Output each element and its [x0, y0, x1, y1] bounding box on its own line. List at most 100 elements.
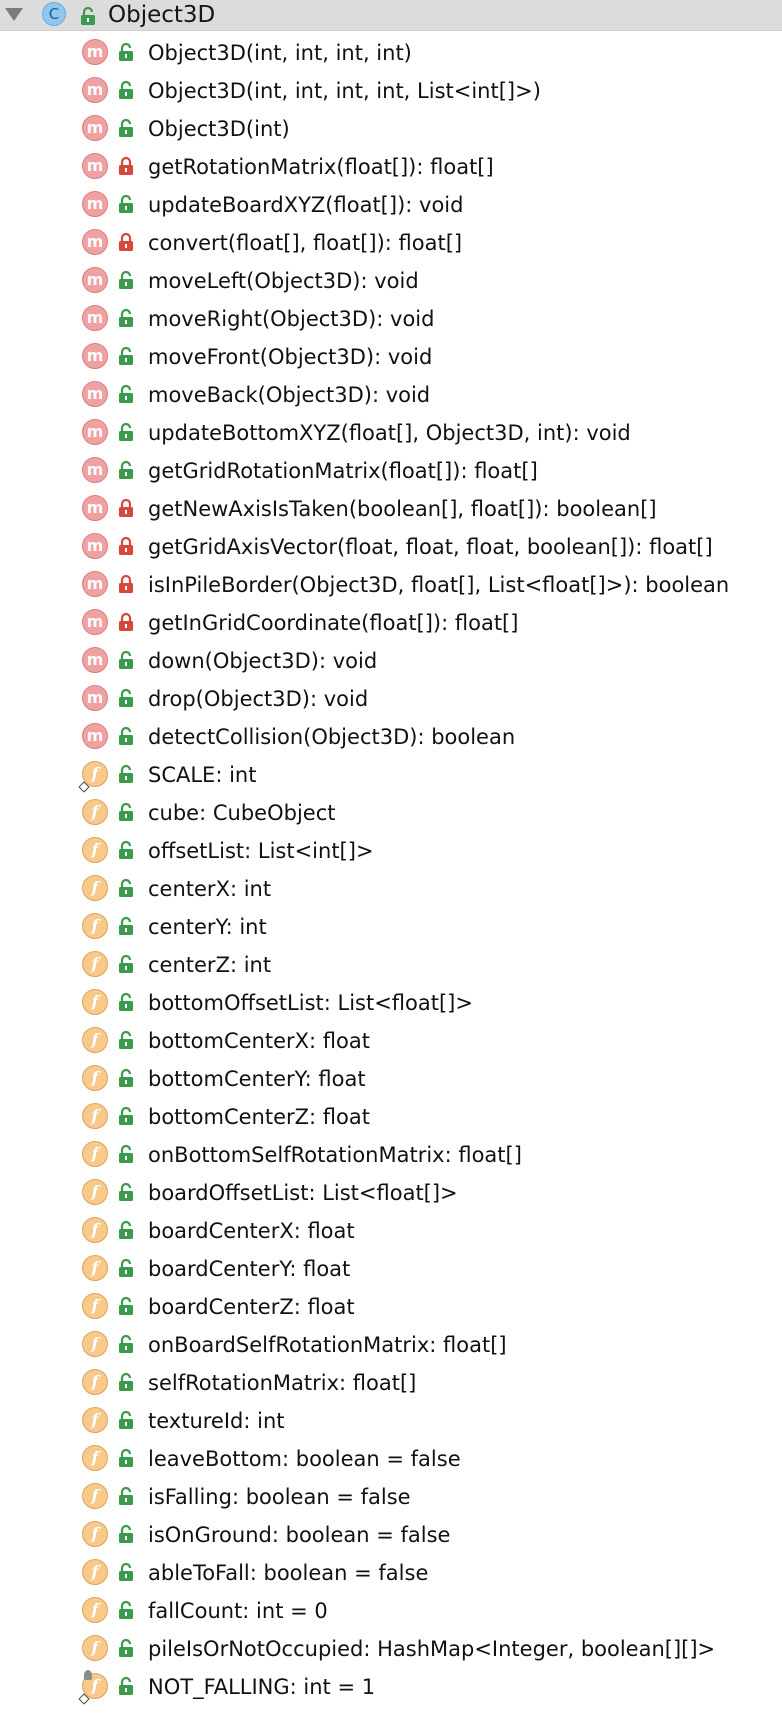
public-lock-icon: [117, 1372, 135, 1392]
public-lock-icon: [117, 992, 135, 1012]
method-row[interactable]: m moveBack(Object3D): void: [0, 376, 782, 414]
field-icon: f: [82, 1027, 108, 1053]
field-declaration: bottomCenterX: float: [148, 1029, 370, 1053]
field-row[interactable]: f boardOffsetList: List<float[]>: [0, 1174, 782, 1212]
field-icon: f: [82, 1597, 108, 1623]
field-declaration: centerY: int: [148, 915, 267, 939]
method-row[interactable]: m moveLeft(Object3D): void: [0, 262, 782, 300]
field-declaration: bottomCenterZ: float: [148, 1105, 370, 1129]
method-row[interactable]: m getGridRotationMatrix(float[]): float[]: [0, 452, 782, 490]
method-row[interactable]: m moveFront(Object3D): void: [0, 338, 782, 376]
private-lock-icon: [117, 574, 135, 594]
public-lock-icon: [117, 384, 135, 404]
field-row[interactable]: f bottomCenterY: float: [0, 1060, 782, 1098]
method-row[interactable]: m getRotationMatrix(float[]): float[]: [0, 148, 782, 186]
method-row[interactable]: m updateBottomXYZ(float[], Object3D, int)…: [0, 414, 782, 452]
field-row[interactable]: f leaveBottom: boolean = false: [0, 1440, 782, 1478]
field-icon: f: [82, 1521, 108, 1547]
field-row[interactable]: f ableToFall: boolean = false: [0, 1554, 782, 1592]
public-lock-icon: [117, 1448, 135, 1468]
field-row[interactable]: f textureId: int: [0, 1402, 782, 1440]
field-row[interactable]: f selfRotationMatrix: float[]: [0, 1364, 782, 1402]
field-declaration: NOT_FALLING: int = 1: [148, 1675, 376, 1699]
field-declaration: centerZ: int: [148, 953, 272, 977]
field-row[interactable]: f boardCenterX: float: [0, 1212, 782, 1250]
method-icon: m: [82, 381, 108, 407]
field-declaration: bottomCenterY: float: [148, 1067, 366, 1091]
method-icon: m: [82, 647, 108, 673]
method-signature: Object3D(int, int, int, int, List<int[]>…: [148, 79, 541, 103]
field-icon: f: [82, 1369, 108, 1395]
public-lock-icon: [117, 1676, 135, 1696]
class-title[interactable]: Object3D: [108, 0, 215, 31]
method-row[interactable]: m getNewAxisIsTaken(boolean[], float[]): …: [0, 490, 782, 528]
field-declaration: selfRotationMatrix: float[]: [148, 1371, 417, 1395]
public-lock-icon: [117, 80, 135, 100]
field-row[interactable]: f boardCenterZ: float: [0, 1288, 782, 1326]
public-lock-icon: [117, 1220, 135, 1240]
method-row[interactable]: m Object3D(int): [0, 110, 782, 148]
field-row[interactable]: f bottomCenterZ: float: [0, 1098, 782, 1136]
method-signature: updateBoardXYZ(float[]): void: [148, 193, 464, 217]
method-row[interactable]: m convert(float[], float[]): float[]: [0, 224, 782, 262]
field-row[interactable]: f centerZ: int: [0, 946, 782, 984]
method-row[interactable]: m getGridAxisVector(float, float, float, …: [0, 528, 782, 566]
field-row[interactable]: f pileIsOrNotOccupied: HashMap<Integer, b…: [0, 1630, 782, 1668]
expand-triangle-icon[interactable]: [5, 8, 23, 21]
field-icon: f: [82, 837, 108, 863]
field-row[interactable]: f bottomCenterX: float: [0, 1022, 782, 1060]
public-lock-icon: [117, 308, 135, 328]
field-icon: f: [82, 1331, 108, 1357]
method-row[interactable]: m isInPileBorder(Object3D, float[], List<…: [0, 566, 782, 604]
field-declaration: bottomOffsetList: List<float[]>: [148, 991, 473, 1015]
public-lock-icon: [117, 270, 135, 290]
field-declaration: isOnGround: boolean = false: [148, 1523, 451, 1547]
public-lock-icon: [117, 460, 135, 480]
method-row[interactable]: m getInGridCoordinate(float[]): float[]: [0, 604, 782, 642]
field-declaration: centerX: int: [148, 877, 272, 901]
private-lock-icon: [117, 232, 135, 252]
field-declaration: offsetList: List<int[]>: [148, 839, 374, 863]
field-row[interactable]: f offsetList: List<int[]>: [0, 832, 782, 870]
class-tree-node[interactable]: C Object3D: [0, 0, 782, 31]
field-row[interactable]: f SCALE: int: [0, 756, 782, 794]
field-row[interactable]: f bottomOffsetList: List<float[]>: [0, 984, 782, 1022]
method-icon: m: [82, 153, 108, 179]
method-row[interactable]: m detectCollision(Object3D): boolean: [0, 718, 782, 756]
public-lock-icon: [117, 1410, 135, 1430]
method-icon: m: [82, 267, 108, 293]
field-row[interactable]: f boardCenterY: float: [0, 1250, 782, 1288]
method-signature: moveFront(Object3D): void: [148, 345, 433, 369]
member-list: m Object3D(int, int, int, int) m Object3D(i…: [0, 34, 782, 1706]
public-lock-icon: [117, 118, 135, 138]
method-row[interactable]: m down(Object3D): void: [0, 642, 782, 680]
method-row[interactable]: m updateBoardXYZ(float[]): void: [0, 186, 782, 224]
field-icon: f: [82, 913, 108, 939]
field-row[interactable]: f centerX: int: [0, 870, 782, 908]
field-row[interactable]: f isOnGround: boolean = false: [0, 1516, 782, 1554]
method-row[interactable]: m moveRight(Object3D): void: [0, 300, 782, 338]
field-row[interactable]: f fallCount: int = 0: [0, 1592, 782, 1630]
field-row[interactable]: f onBoardSelfRotationMatrix: float[]: [0, 1326, 782, 1364]
public-lock-icon: [117, 1600, 135, 1620]
field-icon: f: [82, 1293, 108, 1319]
field-icon: f: [82, 1103, 108, 1129]
field-icon: f: [82, 1065, 108, 1091]
field-row[interactable]: f cube: CubeObject: [0, 794, 782, 832]
field-row[interactable]: f NOT_FALLING: int = 1: [0, 1668, 782, 1706]
field-declaration: pileIsOrNotOccupied: HashMap<Integer, bo…: [148, 1637, 716, 1661]
field-row[interactable]: f isFalling: boolean = false: [0, 1478, 782, 1516]
method-signature: getGridAxisVector(float, float, float, b…: [148, 535, 713, 559]
field-row[interactable]: f centerY: int: [0, 908, 782, 946]
method-row[interactable]: m Object3D(int, int, int, int, List<int[]…: [0, 72, 782, 110]
public-lock-icon: [117, 1030, 135, 1050]
field-declaration: ableToFall: boolean = false: [148, 1561, 429, 1585]
method-row[interactable]: m Object3D(int, int, int, int): [0, 34, 782, 72]
method-signature: updateBottomXYZ(float[], Object3D, int):…: [148, 421, 631, 445]
public-lock-icon: [117, 422, 135, 442]
method-row[interactable]: m drop(Object3D): void: [0, 680, 782, 718]
field-icon: f: [82, 1483, 108, 1509]
final-pin-icon: [84, 1670, 92, 1680]
public-lock-icon: [117, 1296, 135, 1316]
field-row[interactable]: f onBottomSelfRotationMatrix: float[]: [0, 1136, 782, 1174]
